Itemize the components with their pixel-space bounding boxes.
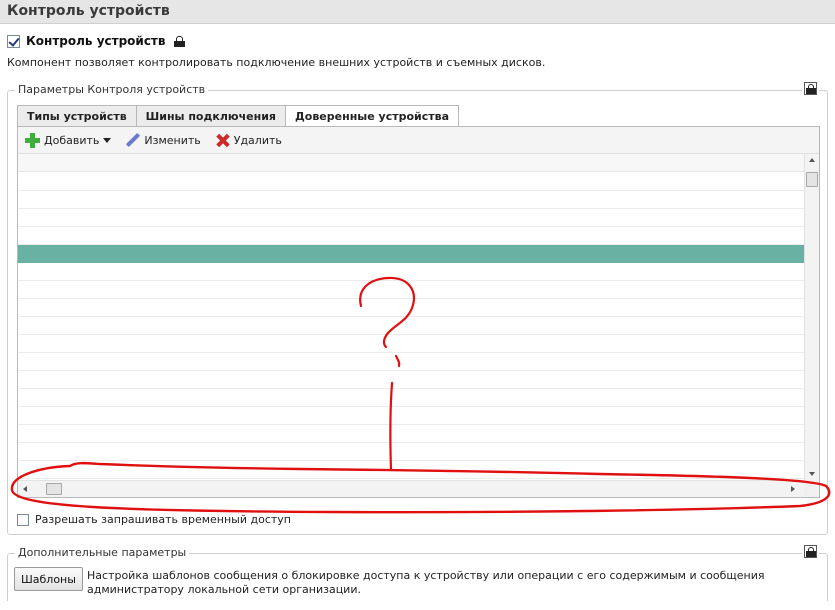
vertical-scrollbar[interactable] [804, 154, 819, 480]
plus-icon [25, 132, 40, 148]
table-row[interactable] [18, 371, 804, 389]
table-row[interactable] [18, 461, 804, 479]
page-header: Контроль устройств [0, 0, 835, 24]
delete-icon [215, 133, 230, 148]
device-control-checkbox[interactable] [7, 34, 20, 48]
params-group-legend: Параметры Контроля устройств [15, 83, 209, 96]
extra-lock-button[interactable] [802, 545, 819, 561]
add-button[interactable]: Добавить [25, 132, 112, 148]
scroll-corner [804, 480, 819, 497]
temp-access-label: Разрешать запрашивать временный доступ [35, 513, 292, 526]
vertical-scroll-thumb[interactable] [806, 172, 818, 187]
table-row[interactable] [18, 209, 804, 227]
edit-button[interactable]: Изменить [125, 133, 200, 148]
templates-description: Настройка шаблонов сообщения о блокировк… [87, 569, 765, 596]
temp-access-row: Разрешать запрашивать временный доступ [17, 513, 291, 526]
lock-icon [804, 545, 817, 558]
delete-button-label: Удалить [233, 133, 282, 147]
device-control-label: Контроль устройств [26, 34, 166, 48]
table-row[interactable] [18, 389, 804, 407]
table-row[interactable] [18, 335, 804, 353]
table-row[interactable] [18, 173, 804, 191]
device-control-toggle-row: Контроль устройств [7, 33, 186, 49]
table-header [18, 154, 804, 172]
delete-button[interactable]: Удалить [215, 133, 282, 148]
toolbar: Добавить Изменить Удалить [18, 127, 819, 154]
component-description: Компонент позволяет контролировать подкл… [7, 56, 546, 69]
extra-group-legend: Дополнительные параметры [15, 546, 190, 559]
pencil-icon [125, 133, 140, 148]
temp-access-checkbox[interactable] [17, 513, 29, 526]
table-row[interactable] [18, 281, 804, 299]
add-button-label: Добавить [44, 133, 100, 147]
tab-connection-buses[interactable]: Шины подключения [135, 105, 286, 126]
tab-bar: Типы устройств Шины подключения Доверенн… [17, 105, 460, 127]
params-lock-button[interactable] [802, 82, 819, 98]
table-row-selected[interactable] [18, 245, 804, 263]
table-row[interactable] [18, 227, 804, 245]
edit-button-label: Изменить [144, 133, 201, 147]
horizontal-scroll-thumb[interactable] [46, 483, 62, 495]
table-row[interactable] [18, 353, 804, 371]
horizontal-scrollbar[interactable] [18, 480, 804, 497]
table-row[interactable] [18, 263, 804, 281]
trusted-devices-table[interactable] [18, 154, 804, 480]
table-row[interactable] [18, 443, 804, 461]
table-row[interactable] [18, 299, 804, 317]
scroll-left-icon[interactable] [23, 486, 27, 492]
tab-device-types[interactable]: Типы устройств [17, 105, 137, 126]
table-row[interactable] [18, 191, 804, 209]
table-row[interactable] [18, 317, 804, 335]
lock-icon [804, 82, 817, 95]
lock-icon[interactable] [174, 35, 186, 47]
scroll-down-icon[interactable] [809, 472, 815, 476]
tab-trusted-devices[interactable]: Доверенные устройства [284, 105, 460, 127]
dropdown-arrow-icon [103, 137, 112, 143]
scroll-up-icon[interactable] [809, 158, 815, 162]
trusted-devices-panel: Добавить Изменить Удалить [17, 126, 820, 498]
templates-button[interactable]: Шаблоны [14, 567, 83, 591]
table-row[interactable] [18, 407, 804, 425]
page-title: Контроль устройств [7, 3, 170, 19]
table-row[interactable] [18, 425, 804, 443]
scroll-right-icon[interactable] [791, 486, 795, 492]
